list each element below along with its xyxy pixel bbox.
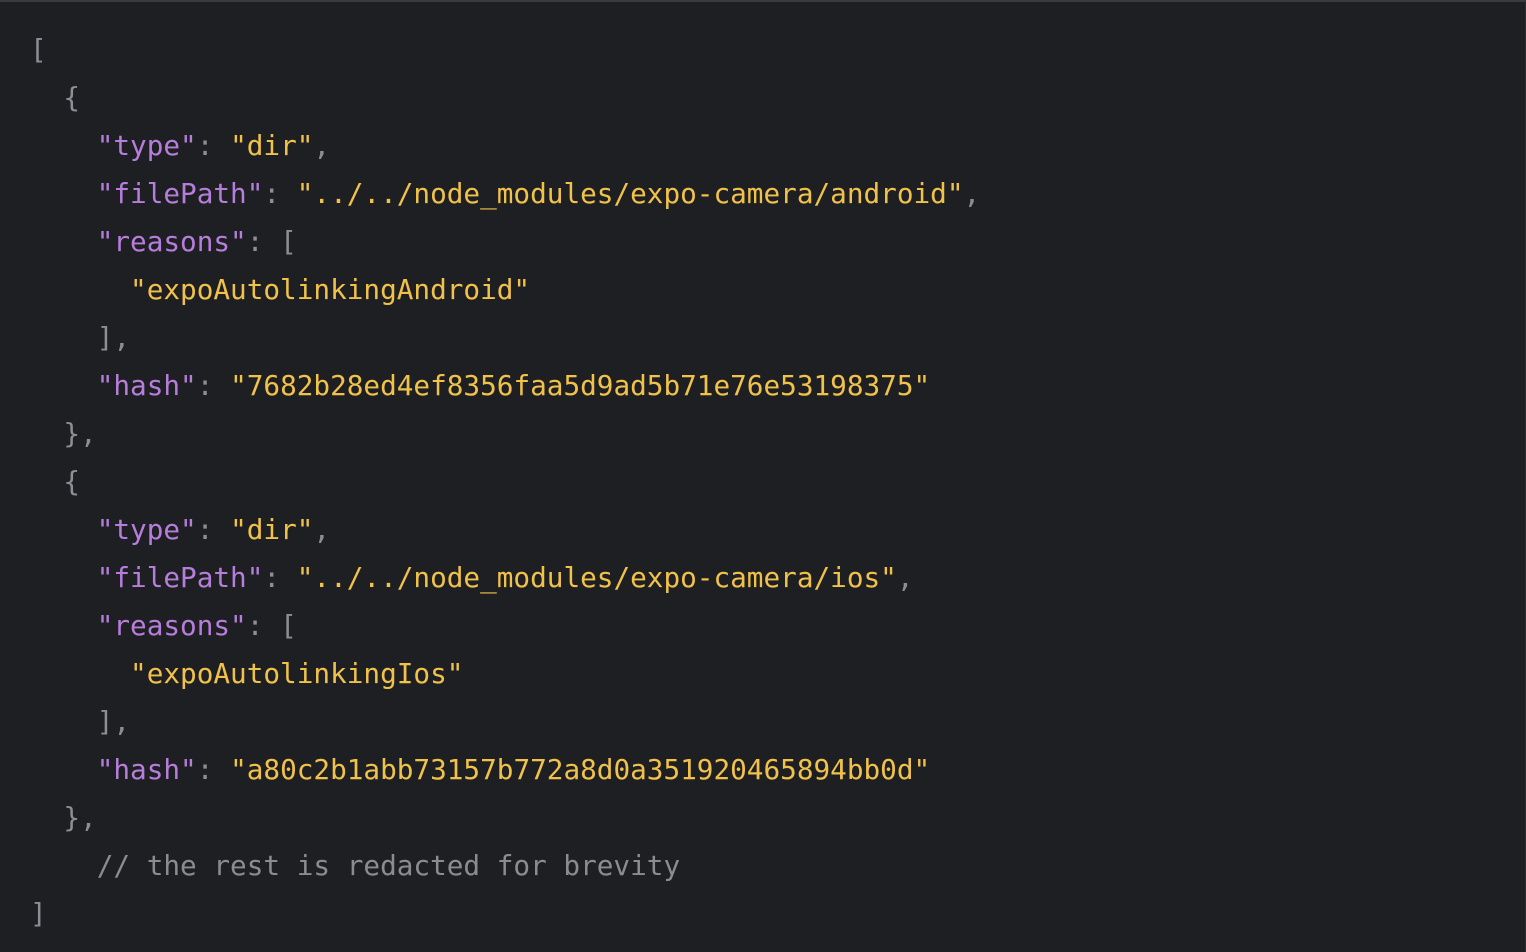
json-string-value: "../../node_modules/expo-camera/ios" bbox=[296, 561, 897, 594]
colon: : bbox=[263, 561, 297, 594]
code-line: "filePath": "../../node_modules/expo-cam… bbox=[30, 170, 1525, 218]
json-string-value: "dir" bbox=[230, 129, 314, 162]
object-close-brace: }, bbox=[63, 417, 97, 450]
comma: , bbox=[313, 129, 331, 162]
array-open-bracket: [ bbox=[280, 225, 297, 258]
json-key: "type" bbox=[96, 513, 197, 546]
code-line: // the rest is redacted for brevity bbox=[30, 842, 1525, 890]
array-close-bracket: ], bbox=[96, 321, 131, 354]
code-line: "type": "dir", bbox=[30, 122, 1525, 170]
array-open-bracket: [ bbox=[280, 609, 297, 642]
json-key: "hash" bbox=[96, 369, 197, 402]
json-key: "type" bbox=[96, 129, 197, 162]
json-string-value: "a80c2b1abb73157b772a8d0a351920465894bb0… bbox=[230, 753, 931, 786]
colon: : bbox=[263, 177, 297, 210]
json-string-value: "../../node_modules/expo-camera/android" bbox=[296, 177, 964, 210]
code-line: { bbox=[30, 458, 1525, 506]
object-open-brace: { bbox=[63, 81, 81, 114]
code-line: }, bbox=[30, 794, 1525, 842]
code-line: ], bbox=[30, 314, 1525, 362]
code-line: "expoAutolinkingIos" bbox=[30, 650, 1525, 698]
code-line: "reasons": [ bbox=[30, 218, 1525, 266]
comma: , bbox=[896, 561, 914, 594]
colon: : bbox=[196, 369, 231, 402]
code-line: ] bbox=[30, 890, 1525, 938]
json-string-value: "expoAutolinkingIos" bbox=[130, 657, 464, 690]
comma: , bbox=[963, 177, 981, 210]
array-close-bracket: ], bbox=[96, 705, 131, 738]
colon: : bbox=[246, 609, 281, 642]
object-close-brace: }, bbox=[63, 801, 97, 834]
code-line: { bbox=[30, 74, 1525, 122]
json-string-value: "expoAutolinkingAndroid" bbox=[130, 273, 531, 306]
code-line: "expoAutolinkingAndroid" bbox=[30, 266, 1525, 314]
code-line: "hash": "7682b28ed4ef8356faa5d9ad5b71e76… bbox=[30, 362, 1525, 410]
object-open-brace: { bbox=[63, 465, 81, 498]
json-string-value: "7682b28ed4ef8356faa5d9ad5b71e76e5319837… bbox=[230, 369, 931, 402]
code-line: }, bbox=[30, 410, 1525, 458]
array-open-bracket: [ bbox=[30, 33, 47, 66]
json-key: "hash" bbox=[96, 753, 197, 786]
json-key: "filePath" bbox=[96, 177, 264, 210]
code-comment: // the rest is redacted for brevity bbox=[96, 849, 681, 882]
json-key: "filePath" bbox=[96, 561, 264, 594]
json-key: "reasons" bbox=[96, 609, 247, 642]
code-line: "type": "dir", bbox=[30, 506, 1525, 554]
code-line: ], bbox=[30, 698, 1525, 746]
json-code-block: [ { "type": "dir", "filePath": "../../no… bbox=[0, 0, 1526, 952]
code-line: "reasons": [ bbox=[30, 602, 1525, 650]
array-close-bracket: ] bbox=[30, 897, 47, 930]
json-key: "reasons" bbox=[96, 225, 247, 258]
code-line: [ bbox=[30, 26, 1525, 74]
colon: : bbox=[196, 129, 231, 162]
colon: : bbox=[246, 225, 281, 258]
json-string-value: "dir" bbox=[230, 513, 314, 546]
colon: : bbox=[196, 513, 231, 546]
code-line: "hash": "a80c2b1abb73157b772a8d0a3519204… bbox=[30, 746, 1525, 794]
comma: , bbox=[313, 513, 331, 546]
code-line: "filePath": "../../node_modules/expo-cam… bbox=[30, 554, 1525, 602]
colon: : bbox=[196, 753, 231, 786]
